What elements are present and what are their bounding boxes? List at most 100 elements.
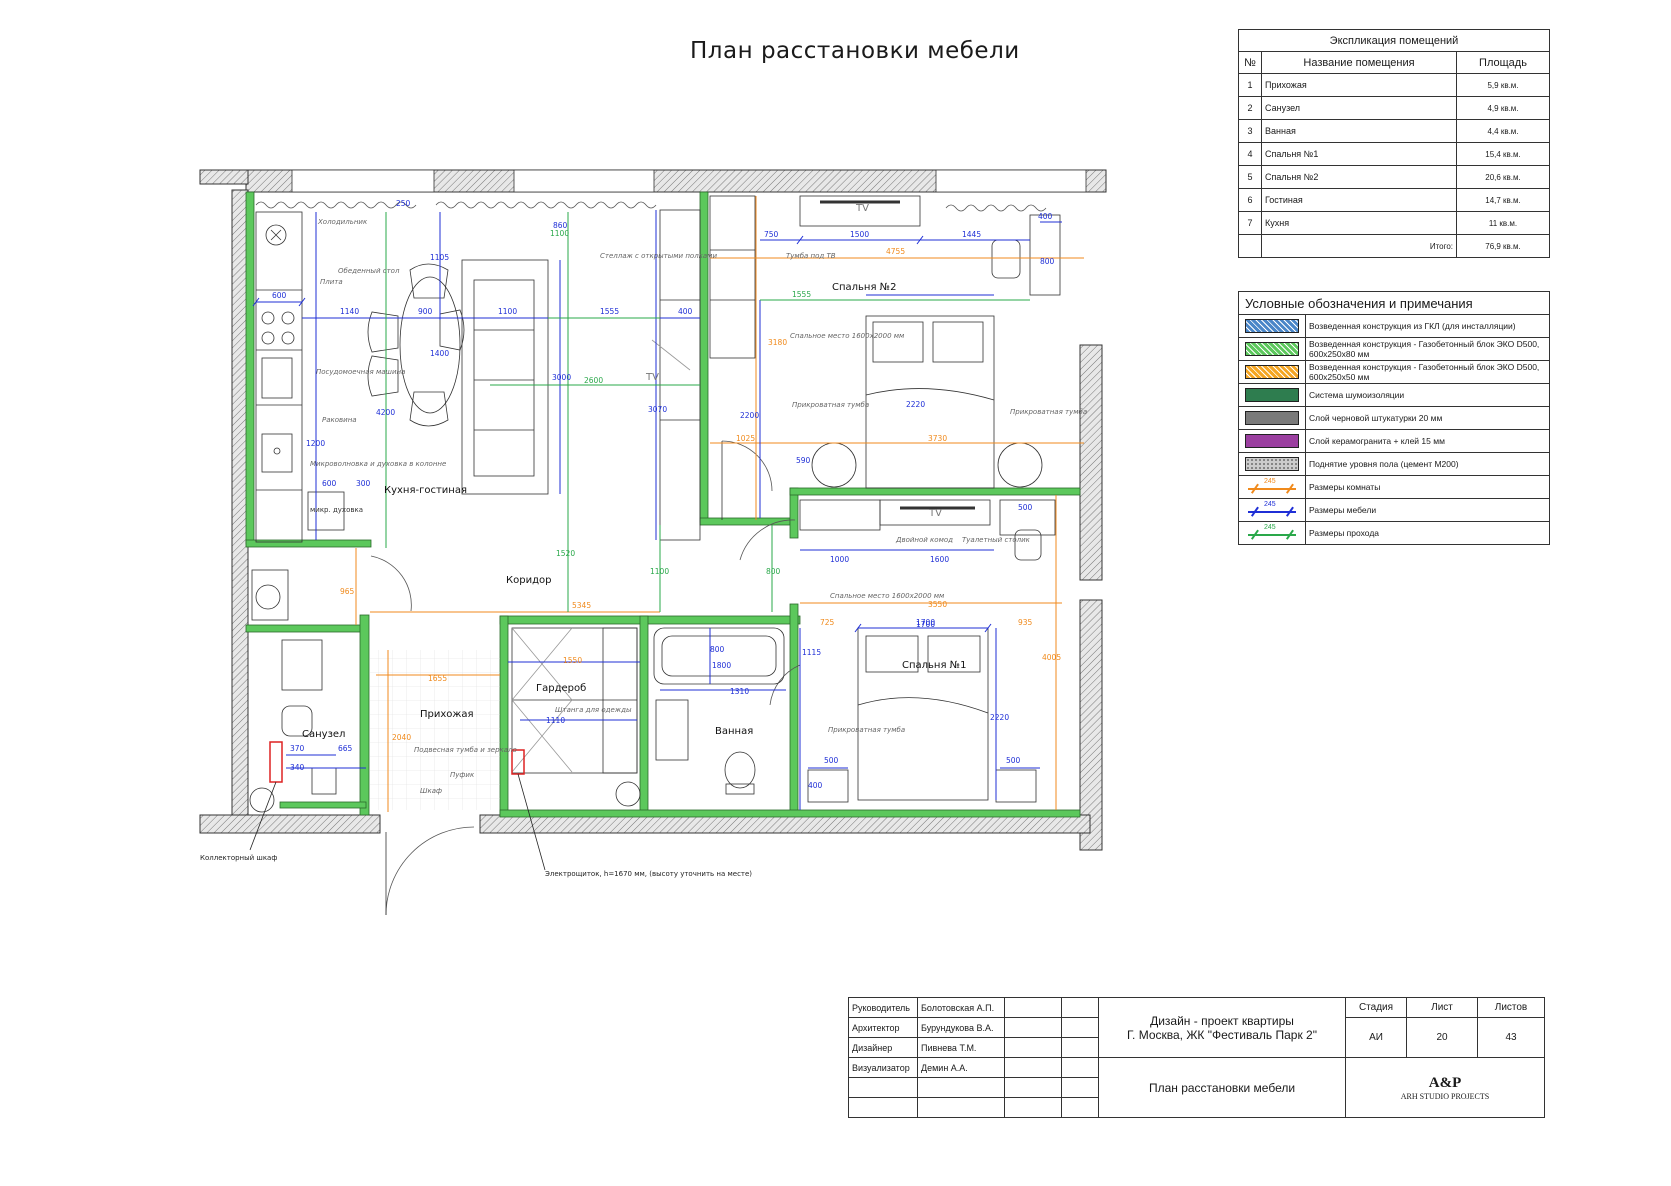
stamp-stage-label: Стадия xyxy=(1345,997,1407,1018)
dim-b-32: 3070 xyxy=(648,405,667,414)
dim-b-8: 1500 xyxy=(850,230,869,239)
legend-row: Слой черновой штукатурки 20 мм xyxy=(1238,406,1550,430)
explication-area: 11 кв.м. xyxy=(1456,211,1550,235)
dim-b-31: 3000 xyxy=(552,373,571,382)
legend-swatch: 245 xyxy=(1238,521,1306,545)
page-title: План расстановки мебели xyxy=(690,38,1020,64)
dim-b-10: 400 xyxy=(1038,212,1053,221)
dim-b-3: 900 xyxy=(418,307,433,316)
legend-label: Размеры мебели xyxy=(1305,498,1550,522)
note-vanity: Туалетный столик xyxy=(962,536,1031,544)
tv-label-bedroom2: TV xyxy=(855,203,869,214)
dim-b-22: 400 xyxy=(808,781,823,790)
dim-b-26: 340 xyxy=(290,763,305,772)
legend-swatch: 245 xyxy=(1238,475,1306,499)
explication-row: 4 Спальня №1 15,4 кв.м. xyxy=(1238,142,1550,166)
note-stove: Плита xyxy=(320,278,343,286)
dim-g-3: 1520 xyxy=(556,549,575,558)
stamp-sheet: 20 xyxy=(1406,1017,1478,1058)
legend-row: 245 Размеры мебели xyxy=(1238,498,1550,522)
legend-table: Условные обозначения и примечания Возвед… xyxy=(1238,291,1550,545)
stamp-project-line1: Дизайн - проект квартиры xyxy=(1150,1013,1294,1028)
stamp-project: Дизайн - проект квартиры Г. Москва, ЖК "… xyxy=(1098,997,1346,1058)
stamp-firm: A&P ARH STUDIO PROJECTS xyxy=(1345,1057,1545,1118)
dim-b-34: 1400 xyxy=(430,349,449,358)
dim-b-12: 500 xyxy=(1018,503,1033,512)
stamp-project-line2: Г. Москва, ЖК "Фестиваль Парк 2" xyxy=(1127,1027,1317,1042)
legend-swatch xyxy=(1238,429,1306,453)
legend-label: Слой черновой штукатурки 20 мм xyxy=(1305,406,1550,430)
legend-swatch xyxy=(1238,314,1306,338)
dim-o-13: 4005 xyxy=(1042,653,1061,662)
dim-g-1: 1555 xyxy=(792,290,811,299)
dim-b-40: 250 xyxy=(396,199,411,208)
note-hall-unit: Подвесная тумба и зеркало xyxy=(414,746,517,754)
dim-g-2: 2600 xyxy=(584,376,603,385)
dim-b-39: 800 xyxy=(710,645,725,654)
dim-o-9: 2040 xyxy=(392,733,411,742)
note-micro: Микроволновка и духовка в колонне xyxy=(310,460,446,468)
note-nightstand-b: Прикроватная тумба xyxy=(1010,408,1087,416)
dimension-mark-icon: 245 xyxy=(1246,501,1298,517)
stamp-sheet-title: План расстановки мебели xyxy=(1098,1057,1346,1118)
explication-num: 2 xyxy=(1238,96,1262,120)
dimension-mark-number: 245 xyxy=(1264,524,1276,531)
legend-row: Слой керамогранита + клей 15 мм xyxy=(1238,429,1550,453)
stamp-sheets-label: Листов xyxy=(1477,997,1545,1018)
dim-b-23: 500 xyxy=(824,756,839,765)
dim-b-6: 400 xyxy=(678,307,693,316)
material-swatch-icon xyxy=(1245,342,1299,356)
legend-swatch xyxy=(1238,406,1306,430)
title-block: Руководитель Болотовская А.П. Дизайн - п… xyxy=(848,997,1545,1118)
legend-title: Условные обозначения и примечания xyxy=(1238,291,1550,315)
explication-name: Гостиная xyxy=(1261,188,1457,212)
explication-name: Спальня №2 xyxy=(1261,165,1457,189)
explication-area: 15,4 кв.м. xyxy=(1456,142,1550,166)
dim-b-33: 4200 xyxy=(376,408,395,417)
total-label: Итого: xyxy=(1261,234,1457,258)
explication-area: 5,9 кв.м. xyxy=(1456,73,1550,97)
explication-area: 4,4 кв.м. xyxy=(1456,119,1550,143)
dim-b-20: 1700 xyxy=(916,618,935,627)
legend-row: Возведенная конструкция - Газобетонный б… xyxy=(1238,360,1550,384)
dim-b-11: 800 xyxy=(1040,257,1055,266)
stamp-role-2: Архитектор xyxy=(848,1017,918,1038)
col-name: Название помещения xyxy=(1261,51,1457,74)
stamp-name-4: Демин А.А. xyxy=(917,1057,1005,1078)
dim-o-10: 965 xyxy=(340,587,355,596)
legend-row: 245 Размеры комнаты xyxy=(1238,475,1550,499)
legend-label: Возведенная конструкция - Газобетонный б… xyxy=(1305,337,1550,361)
dim-b-27: 1310 xyxy=(730,687,749,696)
room-bedroom2: Спальня №2 xyxy=(832,282,896,293)
dim-b-29: 1110 xyxy=(546,716,565,725)
note-bed1: Спальное место 1600x2000 мм xyxy=(830,592,945,600)
material-swatch-icon xyxy=(1245,457,1299,471)
explication-name: Кухня xyxy=(1261,211,1457,235)
note-bed2: Спальное место 1600x2000 мм xyxy=(790,332,905,340)
explication-num: 7 xyxy=(1238,211,1262,235)
stamp-name-2: Бурундукова В.А. xyxy=(917,1017,1005,1038)
note-cabinet: Шкаф xyxy=(420,787,442,795)
dim-b-16: 590 xyxy=(796,456,811,465)
dim-b-41: 1200 xyxy=(306,439,325,448)
stamp-role-4: Визуализатор xyxy=(848,1057,918,1078)
note-fridge: Холодильник xyxy=(317,218,368,226)
note-micro-box: микр. духовка xyxy=(310,506,363,514)
legend-label: Размеры комнаты xyxy=(1305,475,1550,499)
room-bedroom1: Спальня №1 xyxy=(902,660,966,671)
stamp-name-1: Болотовская А.П. xyxy=(917,997,1005,1018)
dim-b-28: 1800 xyxy=(712,661,731,670)
room-kitchen-living: Кухня-гостиная xyxy=(384,485,467,496)
dim-o-1: 4755 xyxy=(886,247,905,256)
dim-b-37: 300 xyxy=(356,479,371,488)
legend-swatch xyxy=(1238,360,1306,384)
dimension-mark-icon: 245 xyxy=(1246,478,1298,494)
note-dishwasher: Посудомоечная машина xyxy=(316,368,405,376)
outer-wall-bottom xyxy=(199,814,381,834)
dim-b-21: 2220 xyxy=(990,713,1009,722)
stamp-stage: АИ xyxy=(1345,1017,1407,1058)
material-swatch-icon xyxy=(1245,434,1299,448)
dim-o-2: 3730 xyxy=(928,434,947,443)
dim-b-30: 1115 xyxy=(802,648,821,657)
dimension-mark-number: 245 xyxy=(1264,501,1276,508)
